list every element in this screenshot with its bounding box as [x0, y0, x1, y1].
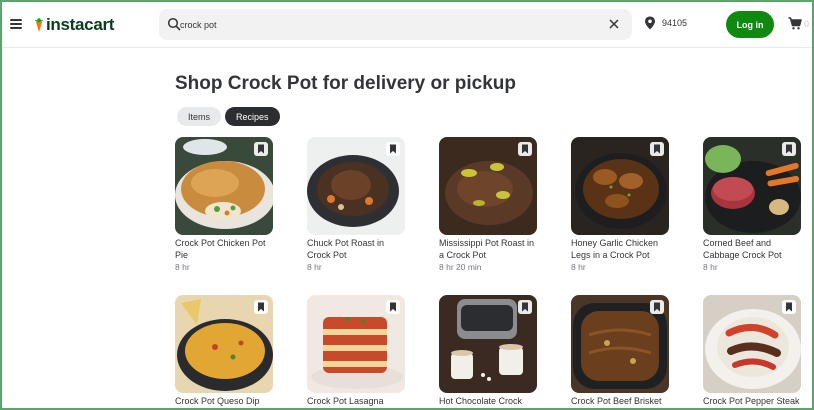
cart-count: 0: [804, 18, 810, 29]
recipe-card[interactable]: Crock Pot Queso Dip: [175, 295, 273, 408]
recipe-image[interactable]: [175, 295, 273, 393]
bookmark-icon: [522, 144, 528, 154]
search-input[interactable]: [180, 9, 580, 40]
recipe-image[interactable]: [571, 295, 669, 393]
recipe-title[interactable]: Crock Pot Queso Dip: [175, 396, 277, 408]
bookmark-icon: [654, 144, 660, 154]
recipe-card[interactable]: Hot Chocolate Crock: [439, 295, 537, 408]
bookmark-button[interactable]: [386, 300, 400, 314]
recipe-image[interactable]: [703, 137, 801, 235]
recipe-title[interactable]: Crock Pot Beef Brisket: [571, 396, 673, 408]
recipe-title[interactable]: Crock Pot Chicken Pot Pie: [175, 238, 277, 261]
login-button[interactable]: Log in: [726, 11, 774, 38]
recipe-title[interactable]: Crock Pot Pepper Steak: [703, 396, 805, 408]
recipe-time: 8 hr: [703, 262, 718, 272]
bookmark-icon: [390, 144, 396, 154]
cart-button[interactable]: 0: [788, 17, 809, 30]
page-title: Shop Crock Pot for delivery or pickup: [175, 73, 517, 94]
location-pin-icon: [645, 16, 655, 30]
search-icon: [167, 17, 181, 31]
recipe-time: 8 hr: [175, 262, 190, 272]
recipe-time: 8 hr: [571, 262, 586, 272]
tab-bar: Items Recipes: [177, 107, 284, 126]
recipe-card[interactable]: Mississippi Pot Roast in a Crock Pot 8 h…: [439, 137, 537, 272]
clear-icon[interactable]: [608, 18, 620, 30]
recipe-time: 8 hr 20 min: [439, 262, 482, 272]
bookmark-button[interactable]: [782, 142, 796, 156]
recipe-title[interactable]: Corned Beef and Cabbage Crock Pot: [703, 238, 805, 261]
recipe-image[interactable]: [439, 295, 537, 393]
recipe-card[interactable]: Corned Beef and Cabbage Crock Pot 8 hr: [703, 137, 801, 272]
recipe-card[interactable]: Crock Pot Pepper Steak: [703, 295, 801, 408]
bookmark-icon: [258, 144, 264, 154]
menu-icon[interactable]: [10, 19, 22, 29]
window-frame: [0, 0, 814, 410]
bookmark-icon: [522, 302, 528, 312]
bookmark-icon: [786, 302, 792, 312]
recipe-image[interactable]: [571, 137, 669, 235]
bookmark-button[interactable]: [782, 300, 796, 314]
recipe-time: 8 hr: [307, 262, 322, 272]
zip-code: 94105: [662, 18, 688, 28]
recipe-card[interactable]: Honey Garlic Chicken Legs in a Crock Pot…: [571, 137, 669, 272]
tab-recipes[interactable]: Recipes: [225, 107, 280, 126]
bookmark-button[interactable]: [518, 142, 532, 156]
cart-icon: [788, 17, 802, 30]
recipe-title[interactable]: Chuck Pot Roast in Crock Pot: [307, 238, 409, 261]
recipe-card[interactable]: Crock Pot Lasagna: [307, 295, 405, 408]
recipe-card[interactable]: Crock Pot Beef Brisket: [571, 295, 669, 408]
recipe-title[interactable]: Hot Chocolate Crock: [439, 396, 541, 408]
bookmark-button[interactable]: [254, 300, 268, 314]
carrot-logo-icon: [35, 18, 43, 32]
bookmark-icon: [258, 302, 264, 312]
recipe-card[interactable]: Crock Pot Chicken Pot Pie 8 hr: [175, 137, 273, 272]
bookmark-icon: [654, 302, 660, 312]
recipe-image[interactable]: [175, 137, 273, 235]
location-selector[interactable]: 94105: [644, 16, 687, 30]
recipe-card[interactable]: Chuck Pot Roast in Crock Pot 8 hr: [307, 137, 405, 272]
tab-items[interactable]: Items: [177, 107, 222, 126]
bookmark-button[interactable]: [650, 142, 664, 156]
bookmark-button[interactable]: [650, 300, 664, 314]
recipe-title[interactable]: Crock Pot Lasagna: [307, 396, 409, 408]
recipe-image[interactable]: [307, 295, 405, 393]
recipe-title[interactable]: Honey Garlic Chicken Legs in a Crock Pot: [571, 238, 673, 261]
instacart-logo[interactable]: instacart: [33, 14, 114, 36]
search-bar[interactable]: [159, 9, 632, 40]
bookmark-button[interactable]: [386, 142, 400, 156]
bookmark-icon: [390, 302, 396, 312]
recipe-title[interactable]: Mississippi Pot Roast in a Crock Pot: [439, 238, 541, 261]
bookmark-button[interactable]: [518, 300, 532, 314]
recipe-image[interactable]: [439, 137, 537, 235]
recipe-image[interactable]: [703, 295, 801, 393]
recipe-image[interactable]: [307, 137, 405, 235]
top-navigation-bar: instacart 94105 Log in 0: [0, 0, 814, 48]
bookmark-icon: [786, 144, 792, 154]
logo-text: instacart: [46, 15, 115, 34]
bookmark-button[interactable]: [254, 142, 268, 156]
